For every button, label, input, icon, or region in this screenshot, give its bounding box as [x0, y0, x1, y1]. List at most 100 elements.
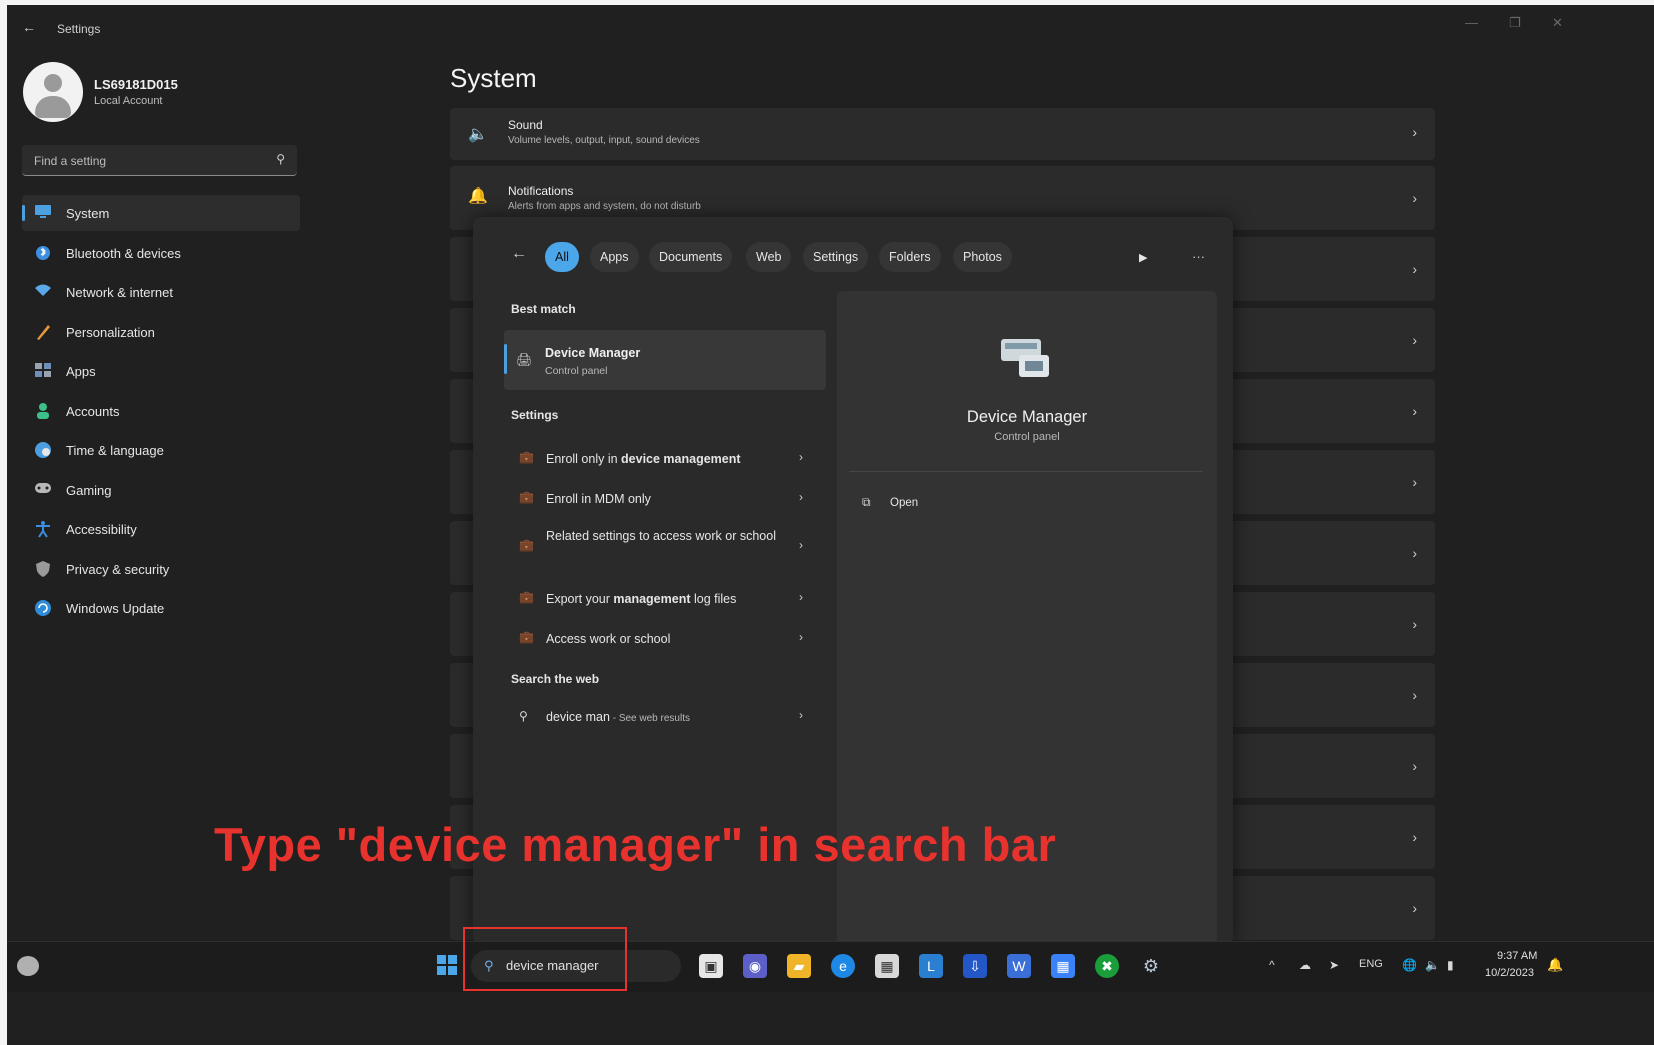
- sidebar-item-accessibility[interactable]: Accessibility: [22, 511, 300, 547]
- more-options-icon[interactable]: ···: [1192, 249, 1205, 264]
- language-indicator[interactable]: ENG: [1359, 958, 1383, 970]
- divider: [849, 471, 1203, 472]
- device-manager-icon: 🖨: [516, 352, 533, 367]
- settings-result-item[interactable]: 💼 Enroll in MDM only ›: [504, 481, 826, 517]
- best-match-item[interactable]: 🖨 Device Manager Control panel: [504, 330, 826, 390]
- sidebar-item-apps[interactable]: Apps: [22, 353, 300, 389]
- settings-result-item[interactable]: 💼 Export your management log files ›: [504, 581, 826, 617]
- settings-heading: Settings: [511, 408, 559, 422]
- chevron-up-icon[interactable]: ^: [1269, 958, 1275, 972]
- sidebar-item-bluetooth[interactable]: Bluetooth & devices: [22, 235, 300, 271]
- globe-clock-icon: [34, 441, 52, 459]
- sidebar-item-label: Personalization: [66, 324, 155, 340]
- file-explorer-icon[interactable]: ▰: [787, 954, 811, 978]
- update-icon: [34, 599, 52, 617]
- sidebar-item-privacy[interactable]: Privacy & security: [22, 551, 300, 587]
- chevron-right-icon: ›: [1412, 332, 1417, 348]
- sidebar-item-system[interactable]: System: [22, 195, 300, 231]
- shield-icon: [34, 560, 52, 578]
- filter-chip-photos[interactable]: Photos: [953, 242, 1012, 272]
- wifi-icon: [34, 283, 52, 301]
- edge-icon[interactable]: e: [831, 954, 855, 978]
- clock-date[interactable]: 10/2/2023: [1485, 967, 1534, 979]
- sidebar-item-personalization[interactable]: Personalization: [22, 314, 300, 350]
- sidebar-item-gaming[interactable]: Gaming: [22, 472, 300, 508]
- filter-chip-web[interactable]: Web: [746, 242, 792, 272]
- teams-icon[interactable]: ◉: [743, 954, 767, 978]
- volume-icon[interactable]: 🔈: [1425, 958, 1440, 972]
- result-text-highlight: device management: [621, 452, 741, 466]
- best-match-heading: Best match: [511, 302, 576, 316]
- location-icon[interactable]: ➤: [1329, 958, 1339, 972]
- sidebar-item-windows-update[interactable]: Windows Update: [22, 590, 300, 626]
- xbox-icon[interactable]: ✖: [1095, 954, 1119, 978]
- minimize-button[interactable]: —: [1465, 15, 1478, 30]
- card-title: Sound: [508, 118, 543, 132]
- card-subtitle: Alerts from apps and system, do not dist…: [508, 201, 701, 212]
- play-icon[interactable]: ▶: [1139, 251, 1147, 264]
- settings-result-item[interactable]: 💼 Related settings to access work or scho…: [504, 521, 826, 573]
- clock-time[interactable]: 9:37 AM: [1497, 950, 1537, 962]
- result-text-part: log files: [690, 592, 737, 606]
- globe-icon[interactable]: 🌐: [1402, 958, 1417, 972]
- open-action[interactable]: Open: [890, 497, 918, 509]
- filter-chip-all[interactable]: All: [545, 242, 579, 272]
- filter-chip-settings[interactable]: Settings: [803, 242, 869, 272]
- filter-chip-apps[interactable]: Apps: [590, 242, 639, 272]
- chevron-right-icon: ›: [1412, 261, 1417, 277]
- chevron-right-icon: ›: [799, 450, 803, 464]
- settings-result-text: Access work or school: [546, 630, 776, 649]
- search-icon[interactable]: ⚲: [276, 152, 285, 166]
- close-button[interactable]: ✕: [1552, 15, 1563, 31]
- onedrive-icon[interactable]: ☁: [1299, 958, 1311, 972]
- find-setting-box[interactable]: ⚲: [22, 145, 297, 176]
- back-arrow-icon[interactable]: ←: [511, 245, 527, 263]
- app-word-icon[interactable]: W: [1007, 954, 1031, 978]
- app-calculator-icon[interactable]: ▦: [1051, 954, 1075, 978]
- avatar-head: [44, 74, 62, 92]
- battery-icon[interactable]: ▮: [1447, 958, 1454, 972]
- sidebar-item-time-language[interactable]: Time & language: [22, 432, 300, 468]
- find-setting-input[interactable]: [32, 151, 266, 171]
- sidebar-item-accounts[interactable]: Accounts: [22, 393, 300, 429]
- result-text-part: Enroll only in: [546, 452, 622, 466]
- sidebar-item-label: Windows Update: [66, 601, 165, 616]
- active-indicator: [22, 205, 25, 221]
- store-icon[interactable]: ▦: [875, 954, 899, 978]
- settings-card-sound[interactable]: 🔈 Sound Volume levels, output, input, so…: [450, 108, 1435, 160]
- best-match-title: Device Manager: [545, 346, 641, 360]
- search-highlight-box: [463, 927, 627, 991]
- open-external-icon[interactable]: ⧉: [862, 495, 871, 510]
- start-button-icon[interactable]: [435, 954, 459, 978]
- chevron-right-icon: ›: [1412, 545, 1417, 561]
- bluetooth-icon: [34, 244, 52, 262]
- sidebar-item-label: Accounts: [66, 403, 120, 419]
- task-view-icon[interactable]: ▣: [699, 954, 723, 978]
- result-text-part: Related settings to access work or schoo…: [546, 529, 776, 543]
- sidebar-item-label: System: [66, 206, 110, 221]
- sidebar-item-network[interactable]: Network & internet: [22, 274, 300, 310]
- settings-gear-icon[interactable]: ⚙: [1139, 954, 1163, 978]
- result-text-highlight: management: [613, 592, 691, 606]
- sidebar-item-label: Apps: [66, 364, 96, 379]
- settings-result-item[interactable]: 💼 Access work or school ›: [504, 621, 826, 657]
- chevron-right-icon: ›: [799, 490, 803, 504]
- briefcase-icon: 💼: [519, 538, 534, 552]
- settings-result-item[interactable]: 💼 Enroll only in device management ›: [504, 441, 826, 477]
- maximize-button[interactable]: ❐: [1509, 15, 1521, 31]
- page-title: System: [450, 63, 537, 93]
- preview-subtitle: Control panel: [994, 431, 1060, 443]
- back-arrow-icon[interactable]: ←: [22, 19, 36, 35]
- app-l-icon[interactable]: L: [919, 954, 943, 978]
- filter-chip-documents[interactable]: Documents: [649, 242, 733, 272]
- web-hint: - See web results: [609, 713, 690, 724]
- app-download-icon[interactable]: ⇩: [963, 954, 987, 978]
- device-manager-large-icon: [997, 333, 1055, 391]
- weather-icon[interactable]: [17, 956, 39, 976]
- notification-bell-icon[interactable]: 🔔: [1547, 957, 1563, 973]
- filter-chip-folders[interactable]: Folders: [879, 242, 941, 272]
- avatar[interactable]: [23, 62, 83, 122]
- avatar-body: [35, 96, 71, 118]
- briefcase-icon: 💼: [519, 630, 534, 644]
- web-result-item[interactable]: ⚲ device man - See web results ›: [504, 700, 826, 738]
